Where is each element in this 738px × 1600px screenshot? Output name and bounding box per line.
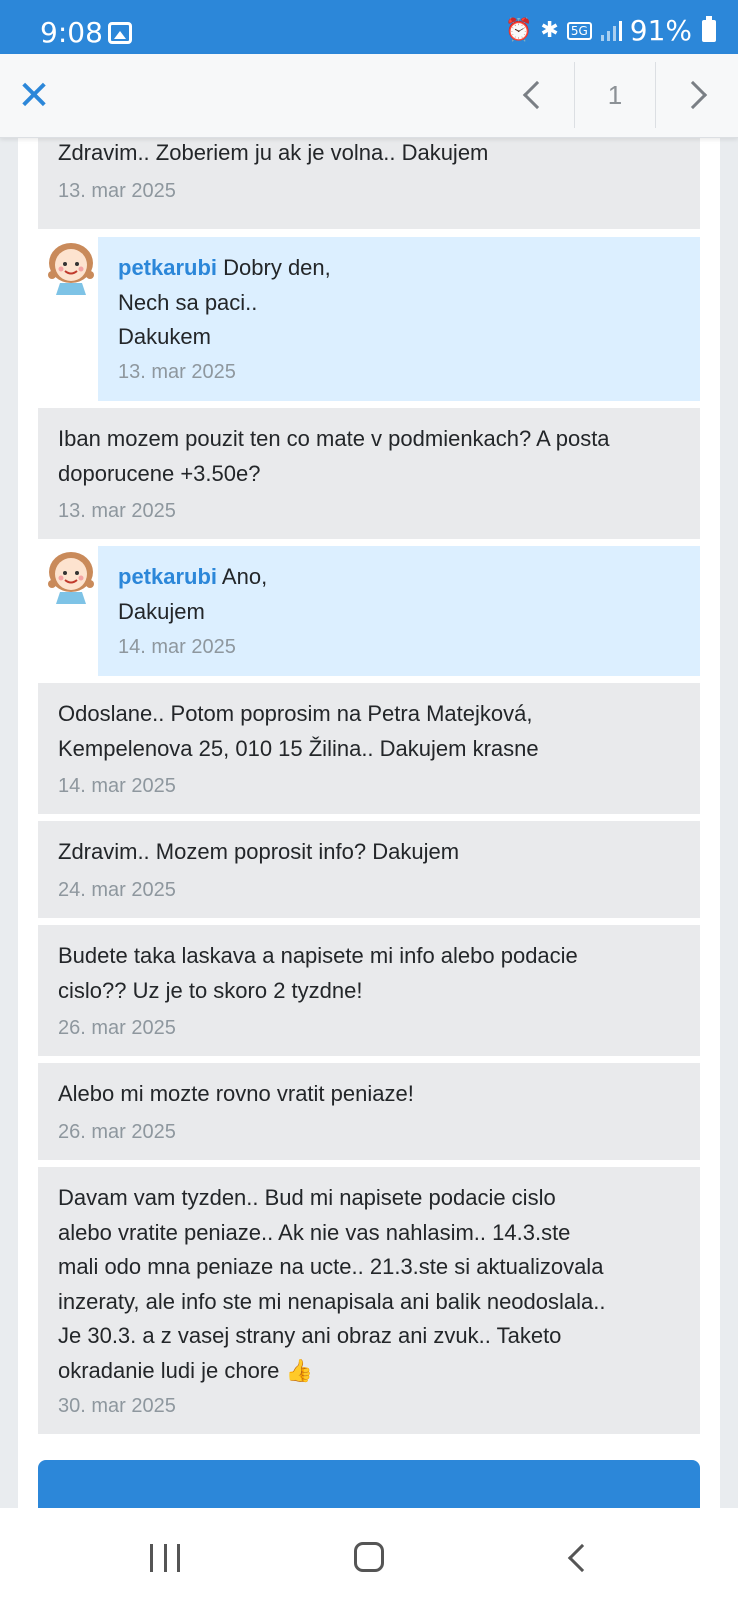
back-icon[interactable] [567,1543,597,1573]
status-bar: 9:08 ⏰ ✱ 5G 91% [0,0,738,54]
author-name[interactable]: petkarubi [118,255,217,280]
message-incoming: Alebo mi mozte rovno vratit peniaze! 26.… [38,1063,700,1160]
message-date: 26. mar 2025 [58,1121,176,1143]
page-number: 1 [574,62,656,128]
message-text: Zdravim.. Zoberiem ju ak je volna.. Daku… [58,140,489,165]
message-text: Zdravim.. Mozem poprosit info? Dakujem [58,839,460,864]
avatar [38,546,98,606]
status-icons: ⏰ ✱ 5G 91% [505,14,716,47]
gallery-icon [108,22,132,44]
pager: 1 [492,62,738,128]
battery-percent: 91% [629,14,692,47]
message-list: Zdravim.. Zoberiem ju ak je volna.. Daku… [18,138,720,1508]
battery-icon [702,15,716,42]
message-text: Budete taka laskava a napisete mi info a… [58,943,578,1003]
author-name[interactable]: petkarubi [118,564,217,589]
chevron-right-icon [678,80,708,110]
message-text: petkarubi Ano, Dakujem [118,560,670,629]
chevron-left-icon [522,80,552,110]
message-incoming: Iban mozem pouzit ten co mate v podmienk… [38,408,700,539]
recents-icon[interactable] [150,1544,180,1572]
message-date: 30. mar 2025 [58,1395,176,1417]
status-time: 9:08 [40,16,103,49]
message-text: Iban mozem pouzit ten co mate v podmienk… [58,426,610,486]
message-date: 24. mar 2025 [58,879,176,901]
bluetooth-icon: ✱ [540,17,559,43]
avatar [38,237,98,297]
avatar-icon [48,243,94,295]
message-text: Alebo mi mozte rovno vratit peniaze! [58,1081,414,1106]
alarm-icon: ⏰ [504,17,533,43]
message-reply: petkarubi Ano, Dakujem 14. mar 2025 [38,546,700,676]
reply-bubble: petkarubi Ano, Dakujem 14. mar 2025 [98,546,700,676]
next-page-button[interactable] [656,62,738,128]
message-date: 13. mar 2025 [118,361,236,383]
message-date: 14. mar 2025 [118,636,236,658]
message-date: 14. mar 2025 [58,775,176,797]
message-incoming: Budete taka laskava a napisete mi info a… [38,925,700,1056]
5g-icon: 5G [566,21,592,40]
home-icon[interactable] [354,1542,384,1572]
reply-bubble: petkarubi Dobry den, Nech sa paci.. Daku… [98,237,700,401]
avatar-icon [48,552,94,604]
signal-icon [600,20,622,41]
message-reply: petkarubi Dobry den, Nech sa paci.. Daku… [38,237,700,401]
message-date: 13. mar 2025 [58,500,176,522]
message-text: petkarubi Dobry den, Nech sa paci.. Daku… [118,251,670,355]
message-date: 13. mar 2025 [58,180,176,202]
message-incoming: Odoslane.. Potom poprosim na Petra Matej… [38,683,700,814]
message-incoming: Zdravim.. Zoberiem ju ak je volna.. Daku… [38,138,700,229]
message-text: Odoslane.. Potom poprosim na Petra Matej… [58,701,539,761]
message-date: 26. mar 2025 [58,1017,176,1039]
message-text: Davam vam tyzden.. Bud mi napisete podac… [58,1185,606,1383]
message-incoming: Davam vam tyzden.. Bud mi napisete podac… [38,1167,700,1434]
toolbar: ✕ 1 [0,54,738,138]
close-icon[interactable]: ✕ [14,76,54,116]
prev-page-button[interactable] [492,62,574,128]
action-button[interactable] [38,1460,700,1508]
system-navbar [0,1508,738,1600]
message-incoming: Zdravim.. Mozem poprosit info? Dakujem 2… [38,821,700,918]
